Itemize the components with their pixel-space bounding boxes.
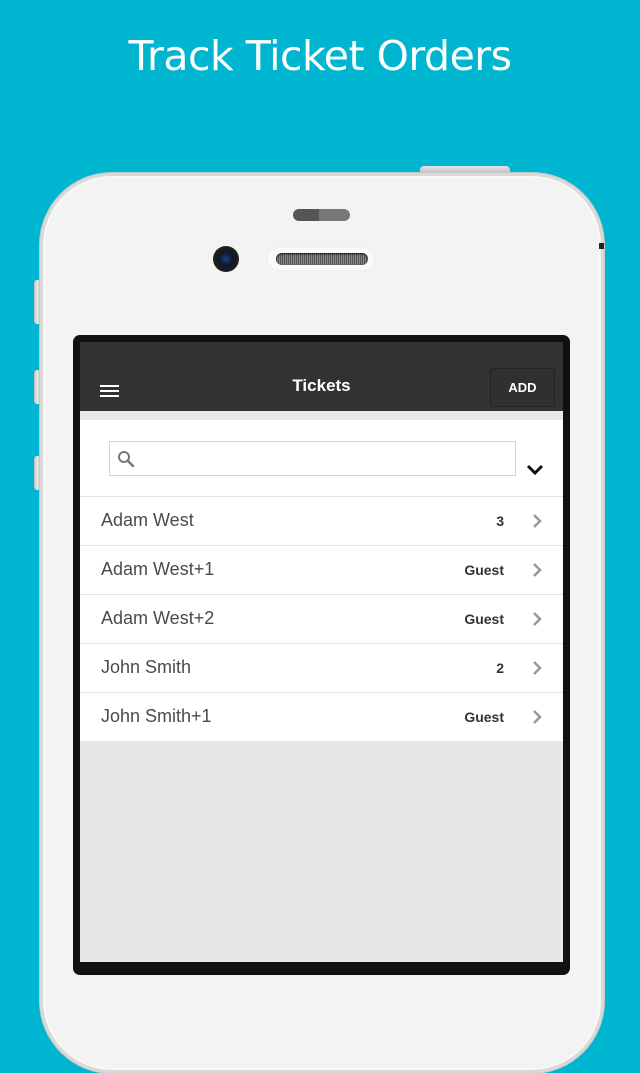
add-button[interactable]: ADD [490,368,555,407]
device-front-camera-icon [213,246,239,272]
search-bar [80,420,563,497]
ticket-name: Adam West [101,510,194,530]
ticket-name: Adam West+1 [101,559,215,579]
ticket-name: John Smith [101,657,192,677]
ticket-row[interactable]: John Smith 2 [80,644,563,693]
ticket-count: Guest [464,611,504,627]
app-screen: Tickets ADD Adam West 3 Adam West+1 Gues… [80,342,563,962]
ticket-row[interactable]: Adam West+1 Guest [80,546,563,595]
ticket-row[interactable]: Adam West+2 Guest [80,595,563,644]
ticket-name: Adam West+2 [101,608,215,628]
device-proximity-sensor [293,209,350,221]
ticket-count: 2 [496,660,504,676]
ticket-row[interactable]: John Smith+1 Guest [80,693,563,742]
chevron-down-icon[interactable] [526,464,544,476]
search-field[interactable] [109,441,516,477]
ticket-count: Guest [464,562,504,578]
search-input[interactable] [140,442,514,477]
chevron-right-icon [533,563,542,577]
chevron-right-icon [533,710,542,724]
ticket-row[interactable]: Adam West 3 [80,497,563,546]
search-icon [118,451,135,468]
chevron-right-icon [533,514,542,528]
ticket-count: 3 [496,513,504,529]
speaker-grille [276,253,368,265]
chevron-right-icon [533,612,542,626]
ticket-name: John Smith+1 [101,706,212,726]
navbar: Tickets ADD [80,342,563,411]
promo-headline: Track Ticket Orders [128,32,512,80]
chevron-right-icon [533,661,542,675]
device-earpiece [268,248,374,270]
ticket-count: Guest [464,709,504,725]
device-side-mark [599,243,604,249]
ticket-list: Adam West 3 Adam West+1 Guest Adam West+… [80,497,563,742]
